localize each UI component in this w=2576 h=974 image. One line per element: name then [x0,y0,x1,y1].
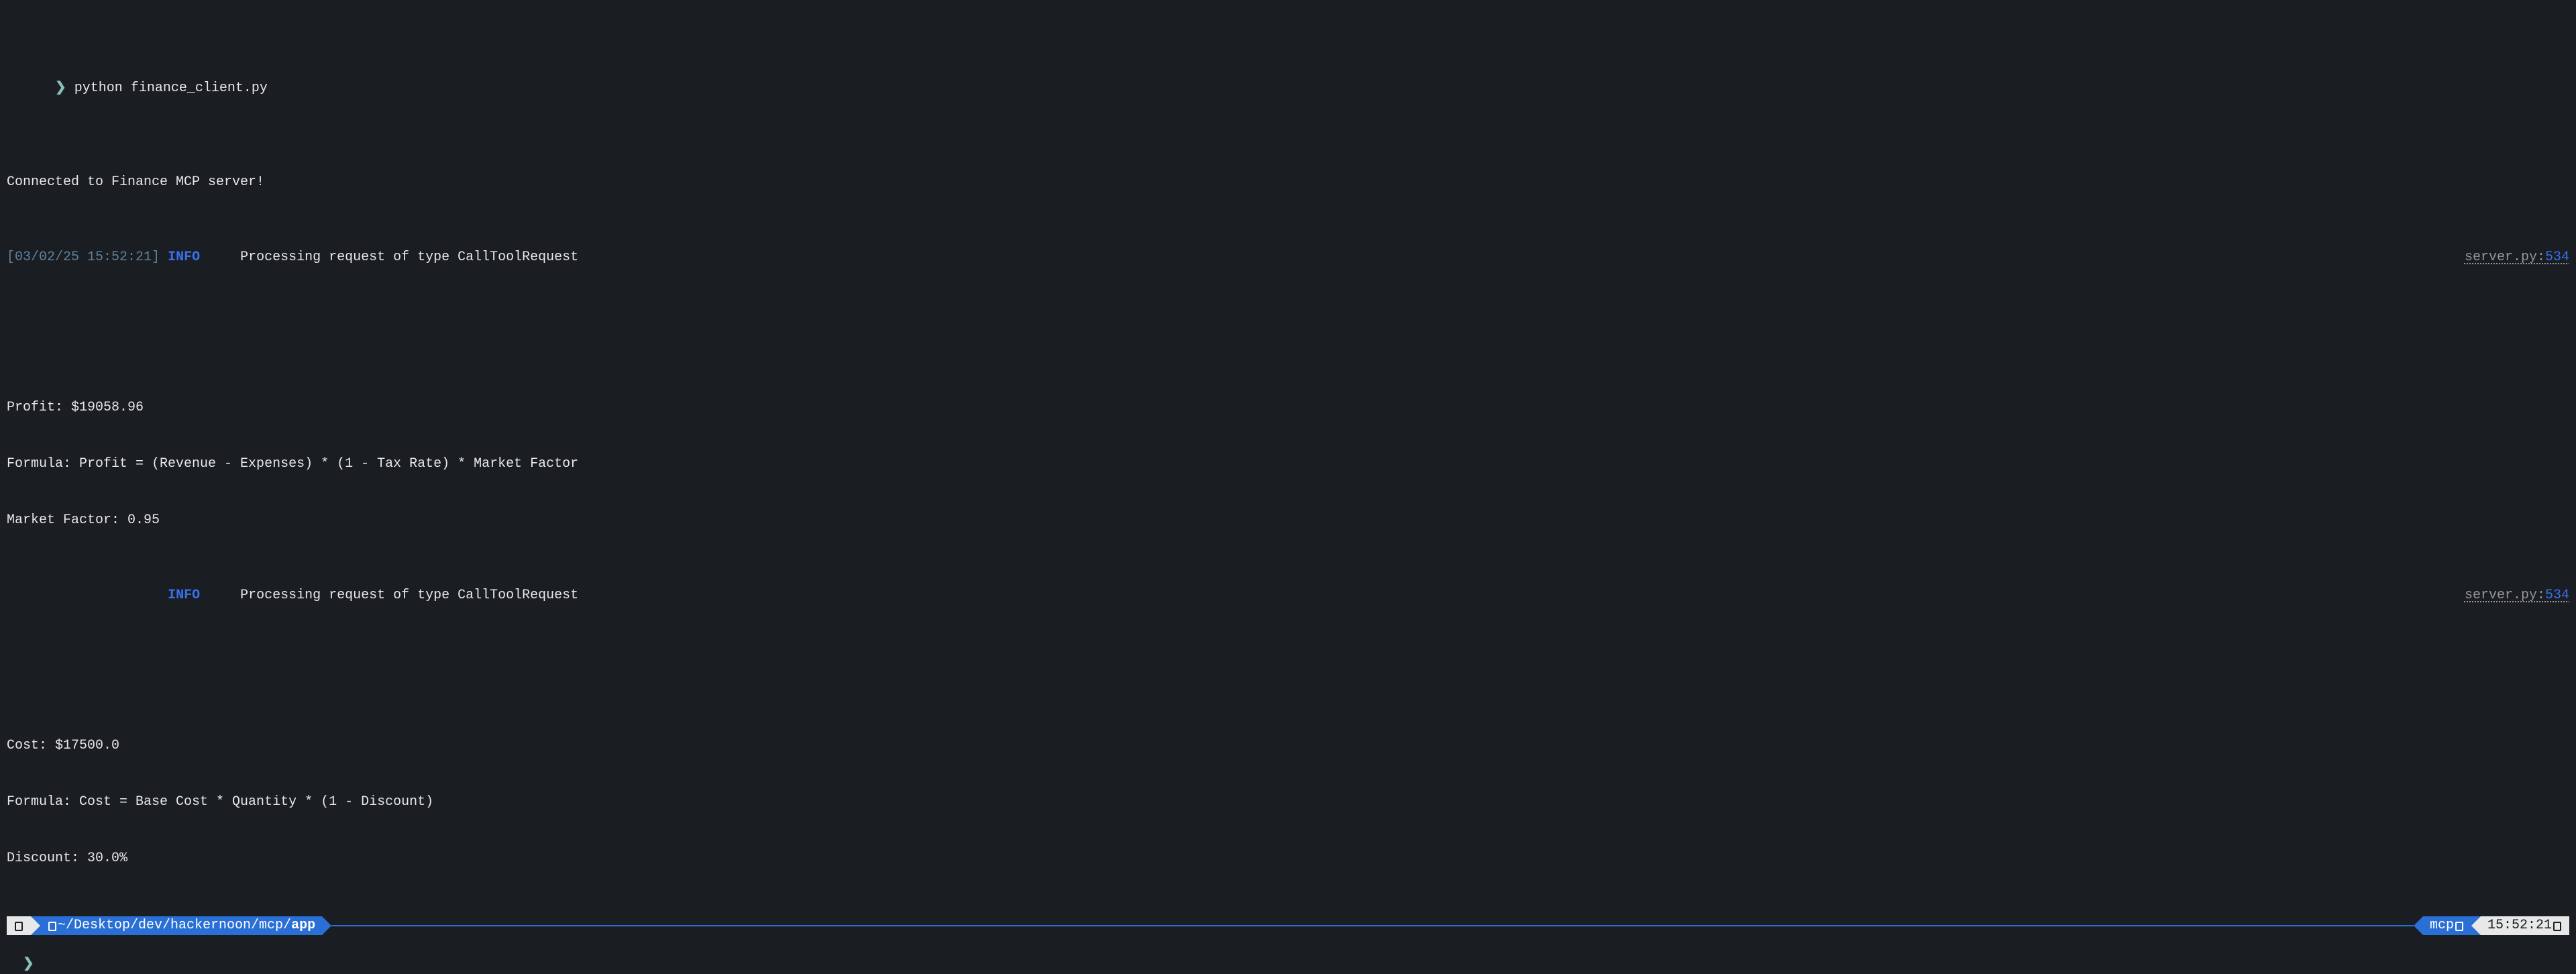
output-discount: Discount: 30.0% [7,849,2569,868]
log-line-2: INFO Processing request of type CallTool… [7,586,2569,605]
arrow-left-icon [2471,916,2481,935]
log-message: Processing request of type CallToolReque… [240,588,578,603]
log-source[interactable]: server.py:534 [2465,586,2569,605]
folder-icon [48,922,56,931]
log-message: Processing request of type CallToolReque… [240,250,578,265]
output-cost: Cost: $17500.0 [7,737,2569,755]
output-market-factor: Market Factor: 0.95 [7,511,2569,530]
log-level: INFO [168,588,200,603]
source-file: server.py [2465,588,2537,603]
status-clock: 15:52:21 [2481,916,2569,935]
source-lineno: 534 [2545,250,2569,265]
output-formula-profit: Formula: Profit = (Revenue - Expenses) *… [7,455,2569,474]
blank-line [7,323,2569,342]
python-icon [2455,922,2463,931]
log-level: INFO [168,250,200,265]
arrow-right-icon [31,916,40,935]
status-venv-label: mcp [2430,916,2454,935]
status-venv: mcp [2423,916,2471,935]
status-path-prefix: ~/Desktop/dev/hackernoon/mcp/ [58,916,291,935]
log-timestamp: [03/02/25 15:52:21] [7,250,160,265]
command-text: python finance_client.py [74,80,268,96]
clock-icon [2553,922,2561,931]
log-timestamp-empty [7,588,160,603]
command-line: ❯ python finance_client.py [7,60,2569,117]
status-path: ~/Desktop/dev/hackernoon/mcp/app [40,916,322,935]
prompt-symbol: ❯ [23,957,34,972]
status-left-cap [7,916,31,935]
source-sep: : [2537,250,2545,265]
arrow-right-icon [322,916,331,935]
new-prompt-line[interactable]: ❯ [7,936,2569,974]
connected-line: Connected to Finance MCP server! [7,173,2569,192]
log-line-1: [03/02/25 15:52:21] INFO Processing requ… [7,248,2569,267]
log-source[interactable]: server.py:534 [2465,248,2569,267]
status-clock-text: 15:52:21 [2487,916,2552,935]
output-profit: Profit: $19058.96 [7,398,2569,417]
prompt-symbol: ❯ [55,80,66,96]
source-lineno: 534 [2545,588,2569,603]
arrow-left-icon [2414,916,2423,935]
source-file: server.py [2465,250,2537,265]
blank-line [7,661,2569,680]
box-icon [15,922,23,931]
status-filler [331,916,2414,935]
terminal-output: ❯ python finance_client.py Connected to … [7,4,2569,906]
source-sep: : [2537,588,2545,603]
output-formula-cost: Formula: Cost = Base Cost * Quantity * (… [7,793,2569,812]
status-bar: ~/Desktop/dev/hackernoon/mcp/app mcp 15:… [7,916,2569,935]
connected-text: Connected to Finance MCP server! [7,173,264,192]
status-path-bold: app [291,916,315,935]
